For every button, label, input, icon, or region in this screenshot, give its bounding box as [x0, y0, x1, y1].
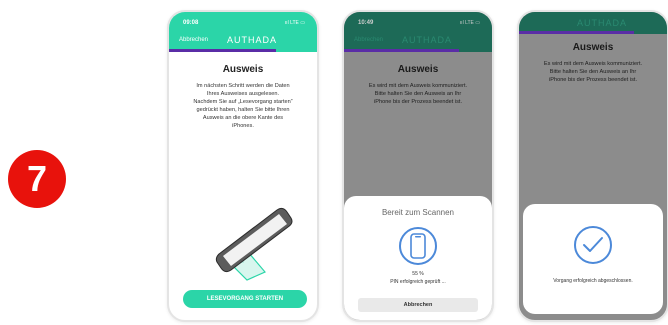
- success-message: Vorgang erfolgreich abgeschlossen.: [553, 278, 633, 284]
- status-indicators: ııl LTE ▭: [459, 20, 480, 26]
- success-sheet: Vorgang erfolgreich abgeschlossen.: [523, 204, 663, 314]
- instruction-line: Ihres Ausweises ausgelesen.: [206, 91, 280, 97]
- phone-screen-intro: 09:08 ııl LTE ▭ Abbrechen AUTHADA Auswei…: [167, 10, 319, 322]
- step-number-badge: 7: [8, 150, 66, 208]
- page-title: Ausweis: [397, 64, 439, 75]
- instruction-line: iPhone bis der Prozess beendet ist.: [374, 99, 462, 105]
- app-header: 09:08 ııl LTE ▭ Abbrechen AUTHADA: [169, 12, 317, 52]
- instruction-line: Nachdem Sie auf „Lesevorgang starten“: [193, 99, 293, 105]
- page-title: Ausweis: [572, 42, 614, 53]
- instruction-line: Es wird mit dem Ausweis kommuniziert.: [368, 83, 468, 89]
- page-title: Ausweis: [222, 64, 264, 75]
- instruction-line: Bitte halten Sie den Ausweis an Ihr: [549, 69, 637, 75]
- instruction-line: Ausweis an die obere Kante des: [202, 115, 284, 121]
- status-indicators: ııl LTE ▭: [284, 20, 305, 26]
- status-time: 10:49: [358, 20, 374, 26]
- instruction-line: Es wird mit dem Ausweis kommuniziert.: [543, 61, 643, 67]
- instruction-line: iPhone bis der Prozess beendet ist.: [549, 77, 637, 83]
- instruction-text: Es wird mit dem Ausweis kommuniziert. Bit…: [519, 60, 667, 84]
- start-reading-button[interactable]: LESEVORGANG STARTEN: [183, 290, 307, 308]
- instruction-text: Es wird mit dem Ausweis kommuniziert. Bit…: [344, 82, 492, 106]
- cancel-link[interactable]: Abbrechen: [179, 37, 208, 43]
- scan-status-message: PIN erfolgreich geprüft ...: [390, 279, 446, 285]
- instruction-line: iPhones.: [232, 123, 254, 129]
- instruction-line: Bitte halten Sie den Ausweis an Ihr: [374, 91, 462, 97]
- checkmark-icon: [574, 226, 612, 264]
- phone-screen-scanning: 10:49 ııl LTE ▭ Abbrechen AUTHADA Auswei…: [342, 10, 494, 322]
- instruction-line: Im nächsten Schritt werden die Daten: [196, 83, 290, 89]
- instruction-line: gedrückt haben, halten Sie bitte Ihren: [196, 107, 290, 113]
- iphone-scan-icon: [399, 227, 437, 265]
- instruction-text: Im nächsten Schritt werden die Daten Ihre…: [169, 82, 317, 130]
- progress-bar: [519, 31, 635, 34]
- app-header: AUTHADA: [519, 12, 667, 34]
- brand-logo: AUTHADA: [227, 35, 278, 45]
- cancel-button[interactable]: Abbrechen: [358, 298, 478, 312]
- app-header: 10:49 ııl LTE ▭ Abbrechen AUTHADA: [344, 12, 492, 52]
- phone-on-id-card-icon: [215, 207, 293, 281]
- scan-sheet: Bereit zum Scannen 55 % PIN erfolgreich …: [344, 196, 492, 320]
- scan-progress-percent: 55 %: [412, 271, 424, 277]
- scan-sheet-title: Bereit zum Scannen: [381, 208, 455, 217]
- cancel-link: Abbrechen: [354, 37, 384, 43]
- status-time: 09:08: [183, 20, 199, 26]
- progress-bar: [344, 49, 460, 52]
- brand-logo: AUTHADA: [402, 35, 453, 45]
- phone-screen-complete: AUTHADA Ausweis Es wird mit dem Ausweis …: [517, 10, 668, 322]
- brand-logo: AUTHADA: [577, 18, 628, 28]
- progress-bar: [169, 49, 276, 52]
